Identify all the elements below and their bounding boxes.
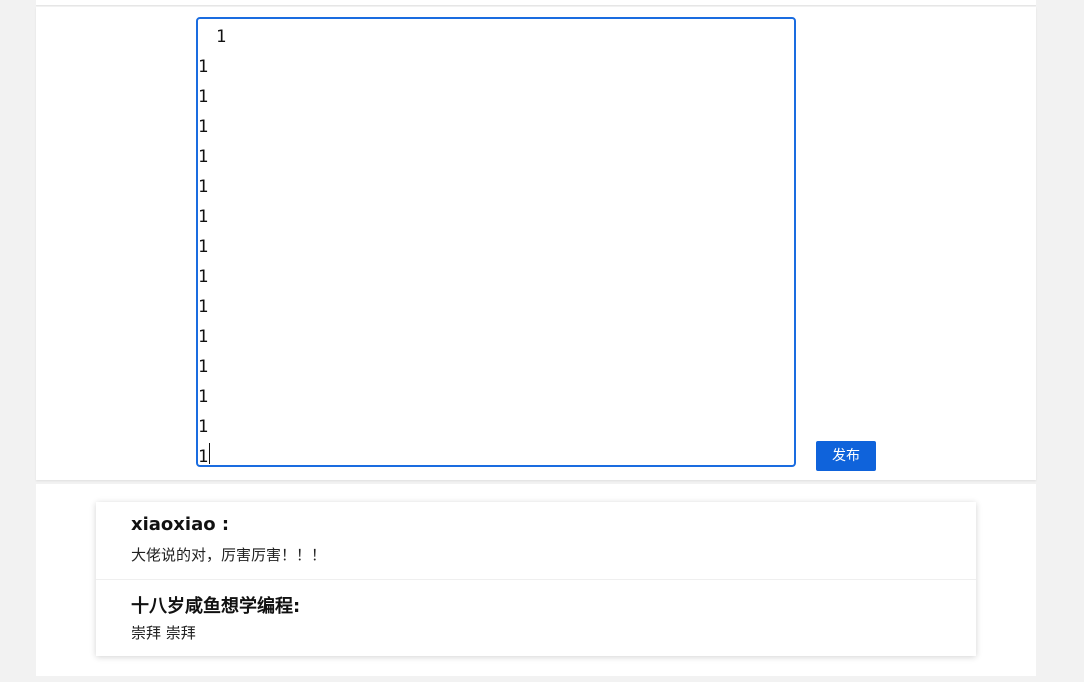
comment-author: 十八岁咸鱼想学编程: [131,596,301,617]
editor-line: 1 [198,357,209,377]
editor-line: 1 [198,57,209,77]
text-caret [209,443,210,464]
editor-line: 1 [198,387,209,407]
publish-button[interactable]: 发布 [816,441,876,471]
comments-panel: xiaoxiao : 大佬说的对，厉害厉害！！！ 十八岁咸鱼想学编程: 崇拜 崇… [36,484,1036,676]
editor-line: 1 [198,417,209,437]
comment-text: 崇拜 崇拜 [131,624,196,642]
comment-item: xiaoxiao : 大佬说的对，厉害厉害！！！ [96,502,976,579]
editor-line: 1 [198,177,209,197]
comment-author: xiaoxiao : [131,514,230,535]
editor-line: 1 [198,447,209,467]
editor-line: 1 [216,27,227,47]
editor-card: 1 1 1 1 1 1 1 1 1 1 1 1 1 1 1 发布 [36,7,1036,480]
editor-line: 1 [198,297,209,317]
editor-line: 1 [198,147,209,167]
editor-line: 1 [198,237,209,257]
editor-line: 1 [198,87,209,107]
top-card-edge [36,0,1036,6]
editor-line: 1 [198,327,209,347]
editor-line: 1 [198,267,209,287]
comment-editor[interactable]: 1 1 1 1 1 1 1 1 1 1 1 1 1 1 1 [196,17,796,467]
comments-list: xiaoxiao : 大佬说的对，厉害厉害！！！ 十八岁咸鱼想学编程: 崇拜 崇… [96,502,976,656]
comment-item: 十八岁咸鱼想学编程: 崇拜 崇拜 [96,579,976,657]
editor-line: 1 [198,207,209,227]
editor-line: 1 [198,117,209,137]
comment-text: 大佬说的对，厉害厉害！！！ [131,546,327,564]
